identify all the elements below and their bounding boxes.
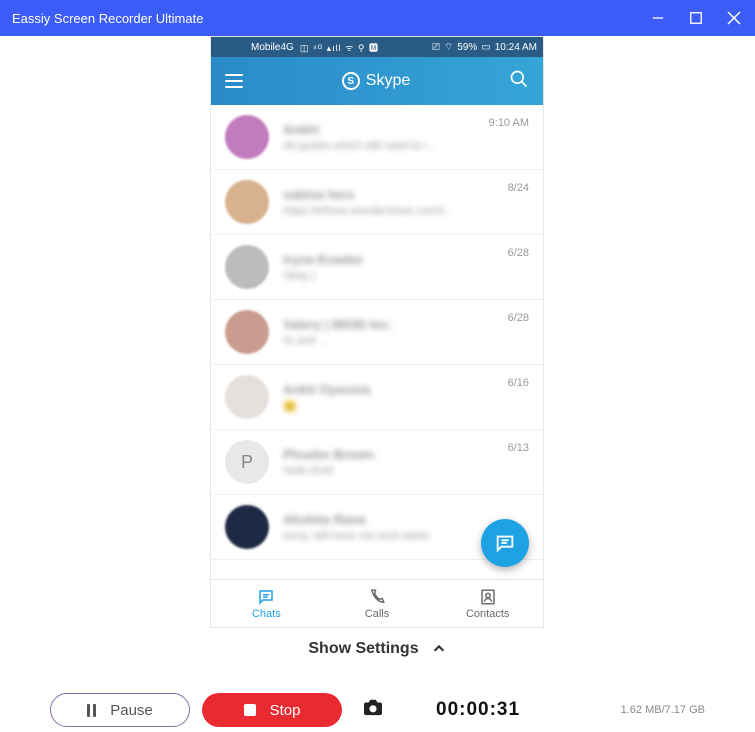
recording-timer: 00:00:31 xyxy=(436,699,520,721)
cast-icon: ⎚ xyxy=(432,42,440,53)
maximize-button[interactable] xyxy=(687,9,705,27)
chat-name: Iryna Evadav xyxy=(283,252,500,267)
signal-icons: ◫ ⁴ᴳ ▴ıll ᯤ ⚲ 🅼 xyxy=(300,41,379,54)
battery-label: 59% xyxy=(457,42,477,53)
app-name: Skype xyxy=(366,72,410,90)
battery-icon: ▭ xyxy=(481,42,490,53)
avatar xyxy=(225,310,269,354)
disk-usage: 1.62 MB/7.17 GB xyxy=(621,704,705,716)
nav-calls[interactable]: Calls xyxy=(322,580,433,627)
avatar xyxy=(225,245,269,289)
window-controls xyxy=(649,9,743,27)
bluetooth-icon: ⌔ xyxy=(444,41,453,54)
chat-preview: 😊 xyxy=(283,400,500,413)
show-settings-label: Show Settings xyxy=(308,640,418,658)
chat-preview: All guides which still need to r… xyxy=(283,140,481,152)
skype-header: S Skype xyxy=(211,57,543,105)
recording-canvas: Mobile4G ◫ ⁴ᴳ ▴ıll ᯤ ⚲ 🅼 ⎚ ⌔ 59% ▭ 10:24… xyxy=(0,36,755,688)
avatar xyxy=(225,375,269,419)
chat-date: 9:10 AM xyxy=(489,117,529,129)
app-brand: S Skype xyxy=(243,72,509,90)
chat-preview: Hi and … xyxy=(283,335,500,347)
avatar: P xyxy=(225,440,269,484)
screenshot-button[interactable] xyxy=(362,698,384,722)
avatar xyxy=(225,505,269,549)
chat-list: Ankhi All guides which still need to r… 9:… xyxy=(211,105,543,579)
avatar xyxy=(225,180,269,224)
show-settings-toggle[interactable]: Show Settings xyxy=(0,640,755,658)
titlebar: Eassiy Screen Recorder Ultimate xyxy=(0,0,755,36)
chat-row[interactable]: Iryna Evadav Okay ) 6/28 xyxy=(211,235,543,300)
pause-icon xyxy=(87,704,96,717)
recorder-bar: Pause Stop 00:00:31 1.62 MB/7.17 GB xyxy=(0,688,755,732)
chat-name: sabina herz xyxy=(283,187,500,202)
chat-name: Ankit Oyeonia xyxy=(283,382,500,397)
avatar xyxy=(225,115,269,159)
chat-date: 6/28 xyxy=(508,247,529,259)
window-title: Eassiy Screen Recorder Ultimate xyxy=(12,11,649,26)
stop-button[interactable]: Stop xyxy=(202,693,342,727)
phone-statusbar: Mobile4G ◫ ⁴ᴳ ▴ıll ᯤ ⚲ 🅼 ⎚ ⌔ 59% ▭ 10:24… xyxy=(211,37,543,57)
bottom-nav: Chats Calls Contacts xyxy=(211,579,543,627)
chevron-up-icon xyxy=(431,642,447,656)
phone-preview: Mobile4G ◫ ⁴ᴳ ▴ıll ᯤ ⚲ 🅼 ⎚ ⌔ 59% ▭ 10:24… xyxy=(210,36,544,628)
menu-icon[interactable] xyxy=(225,74,243,88)
chat-preview: Okay ) xyxy=(283,270,500,282)
chat-preview: https://drfone.wondershare.com/i… xyxy=(283,205,500,217)
chat-date: 6/13 xyxy=(508,442,529,454)
chat-preview: Hello Emil xyxy=(283,465,500,477)
close-button[interactable] xyxy=(725,9,743,27)
chat-name: Ankhi xyxy=(283,122,481,137)
clock-label: 10:24 AM xyxy=(495,42,537,53)
minimize-button[interactable] xyxy=(649,9,667,27)
chat-date: 6/28 xyxy=(508,312,529,324)
nav-chats[interactable]: Chats xyxy=(211,580,322,627)
pause-button[interactable]: Pause xyxy=(50,693,190,727)
nav-contacts[interactable]: Contacts xyxy=(432,580,543,627)
chat-date: 8/24 xyxy=(508,182,529,194)
new-chat-fab[interactable] xyxy=(481,519,529,567)
chat-date: 6/16 xyxy=(508,377,529,389)
stop-icon xyxy=(244,704,256,716)
carrier-label: Mobile4G xyxy=(251,42,294,53)
skype-icon: S xyxy=(342,72,360,90)
chat-name: Phoebe Brown xyxy=(283,447,500,462)
chat-row[interactable]: Valery | MGID Inc. Hi and … 6/28 xyxy=(211,300,543,365)
search-icon[interactable] xyxy=(509,69,529,94)
chat-row[interactable]: Ankhi All guides which still need to r… 9:… xyxy=(211,105,543,170)
chat-name: Valery | MGID Inc. xyxy=(283,317,500,332)
chat-row[interactable]: P Phoebe Brown Hello Emil 6/13 xyxy=(211,430,543,495)
chat-row[interactable]: sabina herz https://drfone.wondershare.co… xyxy=(211,170,543,235)
chat-name: Akshita Rana xyxy=(283,512,521,527)
chat-row[interactable]: Ankit Oyeonia 😊 6/16 xyxy=(211,365,543,430)
